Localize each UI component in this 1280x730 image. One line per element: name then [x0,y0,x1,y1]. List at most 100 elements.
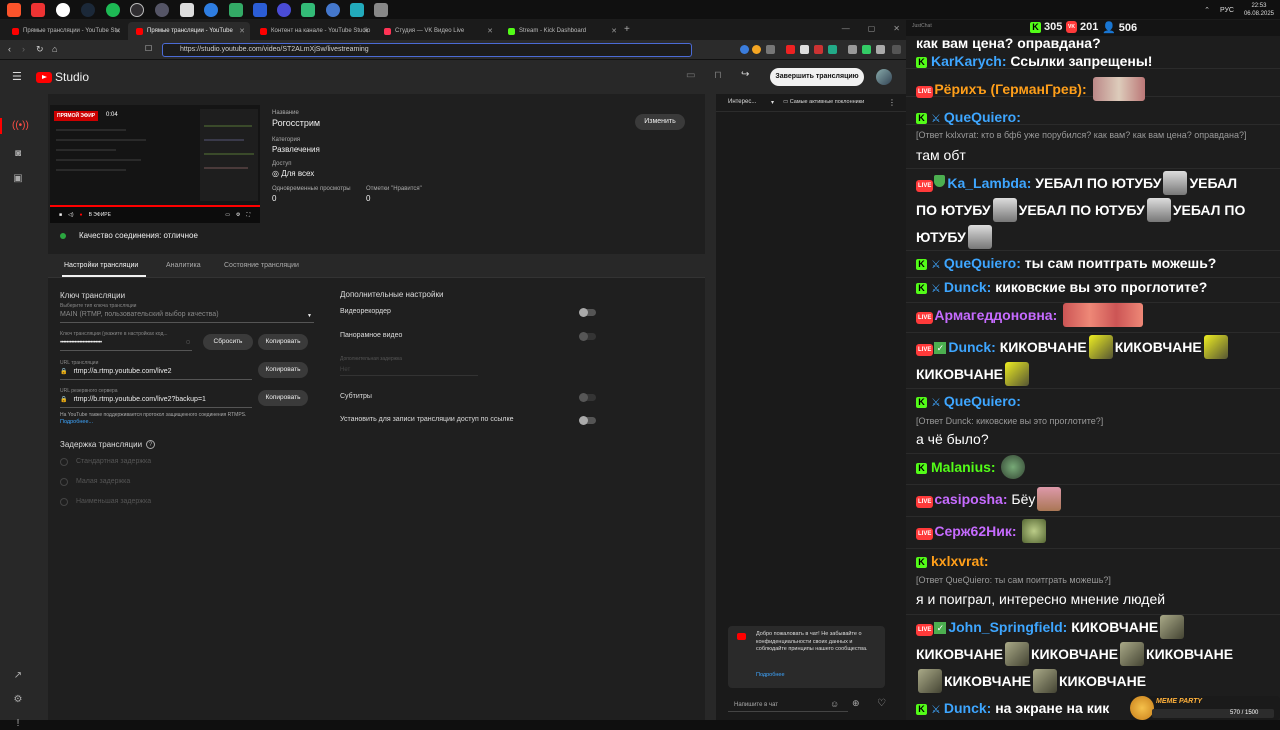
subtitles-toggle[interactable] [579,392,596,402]
tab-close-icon[interactable]: ✕ [115,27,121,35]
app8-icon[interactable] [326,3,340,17]
camera-icon[interactable]: ◙ [12,148,24,160]
tab-close-icon[interactable]: ✕ [487,27,493,35]
home-icon[interactable]: ⌂ [52,44,57,54]
end-stream-button[interactable]: Завершить трансляцию [770,68,864,86]
help-icon[interactable]: ? [146,440,156,449]
minimize-icon[interactable]: — [842,24,850,33]
add-icon[interactable]: ⊕ [852,698,860,709]
extension-icon[interactable] [786,45,795,54]
reload-icon[interactable]: ↻ [36,44,44,55]
app10-icon[interactable] [374,3,388,17]
browser-tab[interactable]: Прямые трансляции - YouTube Stu ✕ [4,22,126,40]
bookmark-outline-icon[interactable]: ⊓ [714,70,722,81]
stream-url-field[interactable]: URL трансляции 🔒 rtmp://a.rtmp.youtube.c… [60,360,252,380]
stream-preview[interactable]: ПРЯМОЙ ЭФИР 0:04 ■ ◁) ● В ЭФИРЕ ▭ ⚙ ⛶ [50,105,260,223]
tray-chevron-icon[interactable]: ⌃ [1204,6,1210,14]
clock[interactable]: 22:53 06.08.2025 [1244,2,1274,18]
hamburger-icon[interactable]: ☰ [12,70,22,83]
stop-icon[interactable]: ■ [59,212,62,218]
browser-tab[interactable]: Прямые трансляции - YouTube ✕ [128,22,250,40]
calendar-icon[interactable]: ▣ [12,173,24,185]
edit-button[interactable]: Изменить [635,114,685,130]
extension-icon[interactable] [862,45,871,54]
app-icon[interactable] [155,3,169,17]
latency-ultralow-radio[interactable] [60,498,68,506]
studio-logo[interactable]: Studio [36,70,89,84]
app7-icon[interactable] [301,3,315,17]
menu-icon[interactable] [892,45,901,54]
external-link-icon[interactable]: ↗ [12,670,24,682]
chat-mode-select[interactable]: Интерес... [728,99,756,105]
more-vert-icon[interactable]: ⋮ [888,98,896,107]
back-icon[interactable]: ‹ [8,44,11,54]
app9-icon[interactable] [350,3,364,17]
browser-tab[interactable]: Контент на канале - YouTube Studio ✕ [252,22,374,40]
steam-icon[interactable] [81,3,95,17]
obs-icon[interactable] [130,3,144,17]
extension-icon[interactable] [848,45,857,54]
grid-icon[interactable]: ▭ [686,70,695,81]
settings-icon[interactable]: ⚙ [12,694,24,706]
extension-icon[interactable] [740,45,749,54]
heart-icon[interactable]: ♡ [877,698,886,709]
forward-icon[interactable]: › [22,44,25,54]
top-fans-button[interactable]: ▭ Самые активные поклонники [783,99,864,105]
copy-backup-button[interactable]: Копировать [258,390,308,406]
app2-icon[interactable] [180,3,194,17]
app4-icon[interactable] [229,3,243,17]
fullscreen-icon[interactable]: ⛶ [246,212,250,218]
stream-key-field[interactable]: Ключ трансляции (укажите в настройках ко… [60,331,192,351]
captions-icon[interactable]: ▭ [225,212,230,218]
tab-close-icon[interactable]: ✕ [363,27,369,35]
share-icon[interactable]: ↪ [741,69,749,80]
tab-label: Контент на канале - YouTube Studio [271,28,371,34]
delay-select[interactable]: Нет [340,366,478,376]
reset-key-button[interactable]: Сбросить [203,334,253,350]
extension-icon[interactable] [876,45,885,54]
key-type-select[interactable]: Выберите тип ключа трансляции MAIN (RTMP… [60,303,314,323]
extension-icon[interactable] [752,45,761,54]
chrome2-icon[interactable] [56,3,70,17]
extension-icon[interactable] [828,45,837,54]
more-link[interactable]: Подробнее... [60,419,93,425]
avatar[interactable] [876,69,892,85]
latency-low-radio[interactable] [60,478,68,486]
eye-off-icon[interactable]: ◌ [186,339,190,346]
extension-icon[interactable] [800,45,809,54]
tab-close-icon[interactable]: ✕ [239,27,245,35]
settings-icon[interactable]: ⚙ [236,212,240,218]
tab-close-icon[interactable]: ✕ [611,27,617,35]
bookmark-icon[interactable]: ☐ [145,44,152,53]
maximize-icon[interactable]: ▢ [868,24,876,33]
browser-tab[interactable]: Stream - Kick Dashboard ✕ [500,22,622,40]
tab-analytics[interactable]: Аналитика [166,262,201,269]
emoji-icon[interactable]: ☺ [830,699,839,709]
copy-url-button[interactable]: Копировать [258,362,308,378]
new-tab-icon[interactable]: + [624,24,630,35]
latency-standard-radio[interactable] [60,458,68,466]
spotify-icon[interactable] [106,3,120,17]
app5-icon[interactable] [253,3,267,17]
browser-tab[interactable]: Студия — VK Видео Live ✕ [376,22,498,40]
welcome-link[interactable]: Подробнее [756,672,785,678]
tab-stream-health[interactable]: Состояние трансляции [224,262,299,269]
unlisted-toggle[interactable] [579,415,596,425]
app3-icon[interactable] [204,3,218,17]
url-field[interactable]: https://studio.youtube.com/video/ST2ALmX… [162,43,692,57]
app6-icon[interactable] [277,3,291,17]
extension-icon[interactable] [766,45,775,54]
tab-stream-settings[interactable]: Настройки трансляции [64,262,138,269]
language-indicator[interactable]: РУС [1220,7,1234,14]
brave-icon[interactable] [7,3,21,17]
chrome-icon[interactable] [31,3,45,17]
dvr-toggle[interactable] [579,307,596,317]
volume-icon[interactable]: ◁) [68,212,74,218]
dropdown-arrow-icon[interactable]: ▾ [771,99,774,106]
live-broadcast-icon[interactable]: ((•)) [12,120,29,132]
panorama-toggle[interactable] [579,331,596,341]
extension-icon[interactable] [814,45,823,54]
copy-key-button[interactable]: Копировать [258,334,308,350]
close-window-icon[interactable]: ✕ [893,24,900,33]
backup-url-field[interactable]: URL резервного сервера 🔒 rtmp://b.rtmp.y… [60,388,252,408]
